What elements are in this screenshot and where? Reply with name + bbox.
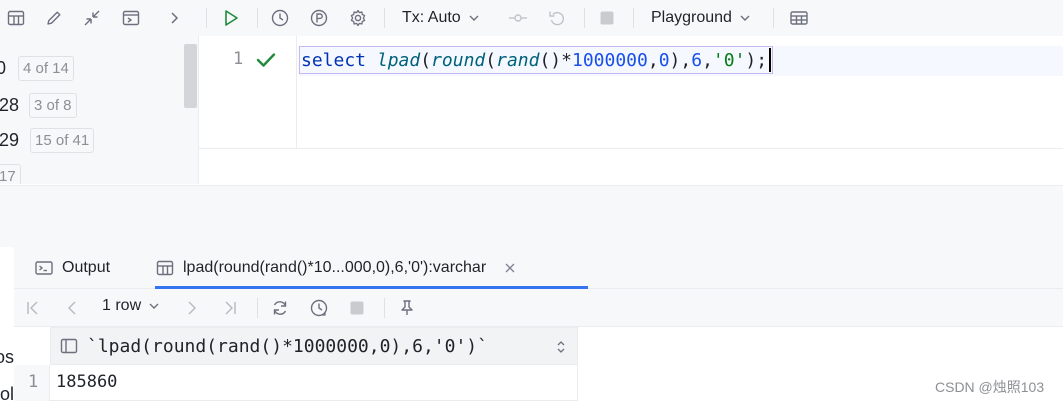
- editor-gutter: 1: [199, 36, 297, 148]
- transaction-mode-select[interactable]: Tx: Auto: [402, 6, 481, 30]
- previous-page-icon[interactable]: [60, 296, 84, 320]
- chevron-down-icon: [740, 15, 750, 21]
- list-item-name: 0: [0, 58, 6, 79]
- list-item[interactable]: 28 3 of 8: [0, 91, 77, 119]
- run-icon[interactable]: [219, 6, 243, 30]
- divider: [384, 8, 385, 28]
- row-gutter: 1: [14, 365, 50, 401]
- next-page-icon[interactable]: [180, 296, 204, 320]
- results-tabs: Output lpad(round(rand()*10...000,0),6,'…: [14, 247, 1063, 289]
- sort-icon[interactable]: [555, 339, 567, 355]
- column-header[interactable]: `lpad(round(rand()*1000000,0),6,'0')`: [50, 327, 578, 365]
- left-toolbar: [0, 0, 199, 36]
- divider: [199, 148, 1063, 149]
- count-badge: 3 of 8: [29, 92, 77, 118]
- stop-icon[interactable]: [595, 6, 619, 30]
- scrollbar-thumb[interactable]: [184, 44, 197, 108]
- gutter-line: 1: [199, 46, 297, 76]
- explain-plan-icon[interactable]: [307, 6, 331, 30]
- divider: [384, 298, 385, 318]
- watermark: CSDN @烛照103: [935, 379, 1045, 395]
- list-item-name: 28: [0, 94, 19, 115]
- table-layout-icon[interactable]: [787, 6, 811, 30]
- code-string: '0': [712, 49, 746, 71]
- chevron-down-icon: [469, 15, 479, 21]
- panel-splitter[interactable]: [0, 185, 1063, 247]
- history-icon[interactable]: [307, 296, 331, 320]
- code-line[interactable]: select lpad(round(rand ()* 1000000, 0), 6, '0…: [299, 46, 774, 74]
- divider: [257, 8, 258, 28]
- code-keyword: select: [301, 49, 367, 71]
- session-select[interactable]: Playground: [651, 6, 752, 30]
- console-icon: [35, 261, 53, 275]
- count-badge: 17: [0, 163, 21, 184]
- divider: [773, 8, 774, 28]
- editor-toolbar: Tx: Auto Playground: [199, 0, 1063, 36]
- line-number: 1: [233, 49, 244, 69]
- tab-output[interactable]: Output: [34, 247, 110, 289]
- commit-icon[interactable]: [506, 6, 530, 30]
- results-toolbar: 1 row: [14, 289, 1063, 327]
- text-caret: [769, 48, 772, 72]
- divider: [633, 8, 634, 28]
- divider: [206, 8, 207, 28]
- last-page-icon[interactable]: [218, 296, 242, 320]
- divider: [257, 298, 258, 318]
- table-cell[interactable]: 185860: [50, 365, 578, 401]
- settings-gear-icon[interactable]: [346, 6, 370, 30]
- chevron-down-icon: [149, 303, 159, 309]
- pin-icon[interactable]: [395, 296, 419, 320]
- refresh-icon[interactable]: [268, 296, 292, 320]
- column-icon: [60, 338, 78, 354]
- console-icon[interactable]: [119, 6, 143, 30]
- rows-count-label: 1 row: [102, 297, 142, 314]
- table-icon[interactable]: [4, 6, 28, 30]
- tab-label: lpad(round(rand()*10...000,0),6,'0'):var…: [183, 259, 487, 276]
- left-panel-fragment: os ol: [0, 340, 14, 404]
- list-item[interactable]: 0 4 of 14: [0, 54, 74, 82]
- left-panel-fragment-text: ol: [0, 384, 14, 404]
- jump-to-source-icon[interactable]: [80, 6, 104, 30]
- tab-result[interactable]: lpad(round(rand()*10...000,0),6,'0'):var…: [155, 247, 518, 289]
- code-function: rand: [496, 49, 540, 71]
- chevron-right-icon[interactable]: [162, 6, 186, 30]
- page-size-select[interactable]: 1 row: [102, 297, 161, 315]
- stop-icon[interactable]: [345, 296, 369, 320]
- count-badge: 4 of 14: [18, 55, 74, 81]
- list-item-name: 29: [0, 129, 19, 150]
- history-icon[interactable]: [268, 6, 292, 30]
- results-grid: `lpad(round(rand()*1000000,0),6,'0')` 1 …: [14, 327, 1063, 404]
- list-item[interactable]: 29 15 of 41: [0, 126, 95, 154]
- left-panel-fragment-text: os: [0, 347, 14, 367]
- code-function: round: [431, 49, 486, 71]
- code-number: 0: [658, 49, 670, 71]
- divider: [584, 8, 585, 28]
- rollback-icon[interactable]: [545, 6, 569, 30]
- column-header-label: `lpad(round(rand()*1000000,0),6,'0')`: [87, 335, 488, 357]
- cell-value: 185860: [56, 372, 118, 392]
- code-number: 1000000: [571, 49, 648, 71]
- list-item[interactable]: 17: [0, 162, 21, 184]
- close-icon[interactable]: [502, 260, 518, 276]
- edit-icon[interactable]: [42, 6, 66, 30]
- success-check-icon: [255, 50, 277, 74]
- sql-editor[interactable]: 1 select lpad(round(rand ()* 1000000, 0), 6,…: [199, 36, 1063, 185]
- database-tree: 0 4 of 14 28 3 of 8 29 15 of 41 17: [0, 36, 199, 184]
- session-label: Playground: [651, 9, 732, 26]
- code-function: lpad: [376, 49, 421, 71]
- tab-label: Output: [62, 259, 111, 276]
- row-number: 1: [28, 372, 39, 392]
- count-badge: 15 of 41: [30, 127, 95, 153]
- code-number: 6: [691, 49, 703, 71]
- transaction-mode-label: Tx: Auto: [402, 9, 461, 26]
- first-page-icon[interactable]: [21, 296, 45, 320]
- table-icon: [156, 260, 174, 276]
